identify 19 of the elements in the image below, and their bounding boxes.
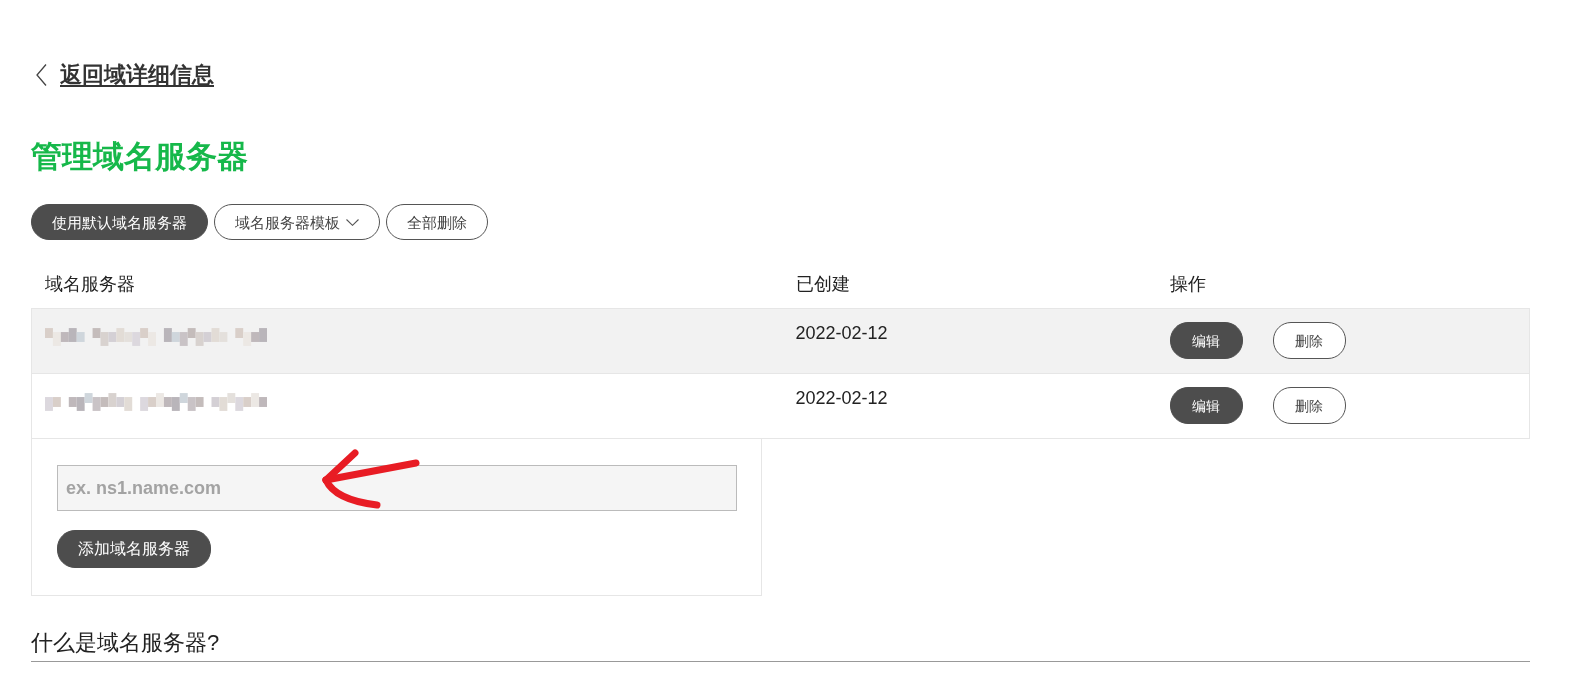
nameserver-input-field[interactable]: ex. ns1.name.com [57, 465, 737, 511]
page-title: 管理域名服务器 [31, 138, 249, 176]
column-header: 操作 [1156, 265, 1530, 309]
row-action-button[interactable]: 编辑 [1169, 387, 1243, 424]
row-action-button[interactable]: 删除 [1272, 387, 1346, 424]
chevron-left-icon [36, 64, 47, 86]
add-nameserver-button[interactable]: 添加域名服务器 [57, 530, 211, 568]
column-header: 域名服务器 [31, 265, 783, 309]
toolbar-button[interactable]: 使用默认域名服务器 [31, 204, 208, 240]
table-cell: 2022-02-12 [782, 373, 1157, 439]
caret-down-icon [346, 218, 359, 226]
row-action-button[interactable]: 编辑 [1169, 322, 1243, 359]
table-cell: 2022-02-12 [782, 308, 1157, 374]
back-link[interactable]: 返回域详细信息 [60, 60, 214, 90]
column-header: 已创建 [782, 265, 1157, 309]
template-dropdown-button[interactable]: 域名服务器模板 [214, 204, 380, 240]
row-action-button[interactable]: 删除 [1272, 322, 1346, 359]
toolbar-button[interactable]: 全部删除 [386, 204, 488, 240]
section-heading: 什么是域名服务器? [31, 629, 1530, 662]
